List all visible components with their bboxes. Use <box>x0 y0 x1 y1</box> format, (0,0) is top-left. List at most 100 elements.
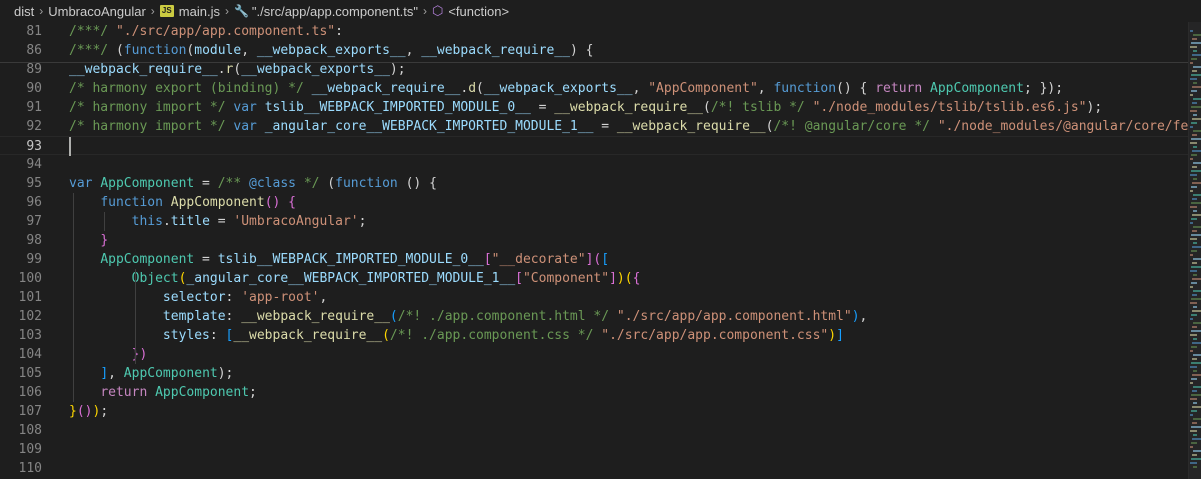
minimap-mark <box>1193 338 1197 340</box>
code-token: )( <box>616 271 633 286</box>
code-token: _angular_core__WEBPACK_IMPORTED_MODULE_1… <box>264 119 594 134</box>
code-line[interactable]: 101 selector: 'app-root', <box>0 288 1188 307</box>
minimap[interactable] <box>1188 22 1201 479</box>
code-token: /** <box>217 176 250 191</box>
minimap-mark <box>1192 102 1197 104</box>
minimap-mark <box>1190 430 1197 432</box>
code-line[interactable]: 106 return AppComponent; <box>0 383 1188 402</box>
code-text: /* harmony export (binding) */ __webpack… <box>69 79 1063 98</box>
minimap-mark <box>1191 186 1197 188</box>
minimap-mark <box>1193 82 1197 84</box>
code-token: function <box>123 43 187 58</box>
minimap-mark <box>1193 434 1197 436</box>
code-editor[interactable]: 81/***/ "./src/app/app.component.ts": 86/… <box>0 22 1188 479</box>
code-token: } <box>69 404 77 419</box>
code-token: : <box>209 328 226 343</box>
minimap-mark <box>1193 178 1197 180</box>
code-token: , <box>241 43 257 58</box>
line-number: 105 <box>18 366 42 381</box>
minimap-mark <box>1190 318 1193 320</box>
code-line[interactable]: 108 <box>0 421 1188 440</box>
breadcrumb-item-file[interactable]: JS main.js <box>159 3 220 19</box>
code-text: var AppComponent = /** @class */ (functi… <box>69 174 437 193</box>
code-line[interactable]: 107}()); <box>0 402 1188 421</box>
minimap-mark <box>1192 390 1197 392</box>
code-token: ) <box>828 328 837 343</box>
minimap-mark <box>1190 414 1193 416</box>
code-token: , <box>757 81 774 96</box>
code-token: } <box>100 233 109 248</box>
chevron-right-icon: › <box>150 4 155 18</box>
code-line[interactable]: 105 ], AppComponent); <box>0 364 1188 383</box>
code-line[interactable]: 89 __webpack_require__.r(__webpack_export… <box>0 60 1188 79</box>
code-line[interactable]: 96 function AppComponent() { <box>0 193 1188 212</box>
code-line[interactable]: 86/***/ (function(module, __webpack_expo… <box>0 41 1188 60</box>
code-line[interactable]: 81 /***/ "./src/app/app.component.ts": <box>0 22 1188 41</box>
minimap-mark <box>1193 386 1201 388</box>
code-line[interactable]: 100 Object(_angular_core__WEBPACK_IMPORT… <box>0 269 1188 288</box>
code-line[interactable]: 103 styles: [__webpack_require__(/*! ./a… <box>0 326 1188 345</box>
code-line[interactable]: 110 <box>0 459 1188 478</box>
code-token: "__decorate" <box>491 252 586 267</box>
code-token: { <box>288 195 296 210</box>
code-token: ); <box>217 366 234 381</box>
line-number: 89 <box>26 62 42 77</box>
line-number: 104 <box>18 347 42 362</box>
code-token: __webpack_exports__ <box>256 43 406 58</box>
line-number: 97 <box>26 214 42 229</box>
code-token: ; }); <box>1023 81 1064 96</box>
line-number: 107 <box>18 404 42 419</box>
code-token: this <box>131 214 163 229</box>
line-number: 110 <box>18 461 42 476</box>
code-line[interactable]: 104 }) <box>0 345 1188 364</box>
code-token: __webpack_require__ <box>554 100 703 115</box>
minimap-mark <box>1193 66 1201 68</box>
minimap-mark <box>1193 50 1197 52</box>
breadcrumb-item-module[interactable]: 🔧 "./src/app/app.component.ts" <box>234 4 418 19</box>
code-line[interactable]: 94 <box>0 155 1188 174</box>
code-line[interactable]: 91 /* harmony import */ var tslib__WEBPAC… <box>0 98 1188 117</box>
minimap-mark <box>1190 238 1197 240</box>
code-token: /***/ <box>69 43 116 58</box>
minimap-mark <box>1190 462 1197 464</box>
code-text: ], AppComponent); <box>69 364 233 383</box>
minimap-mark <box>1193 114 1197 116</box>
line-number: 90 <box>26 81 42 96</box>
breadcrumb-label: main.js <box>178 3 220 19</box>
breadcrumb-item-project[interactable]: UmbracoAngular <box>48 4 146 19</box>
code-line[interactable]: 102 template: __webpack_require__(/*! ./… <box>0 307 1188 326</box>
code-token: = <box>194 252 218 267</box>
code-text: template: __webpack_require__(/*! ./app.… <box>69 307 867 326</box>
code-line[interactable]: 90 /* harmony export (binding) */ __webpa… <box>0 79 1188 98</box>
code-token: module <box>194 43 242 58</box>
line-number: 94 <box>26 157 42 172</box>
breadcrumb-item-function[interactable]: ⬡ <function> <box>432 3 509 19</box>
code-line[interactable]: 98 } <box>0 231 1188 250</box>
breadcrumb-item-dist[interactable]: dist <box>14 4 34 19</box>
minimap-mark <box>1192 326 1197 328</box>
indent-guide <box>104 212 105 231</box>
minimap-mark <box>1192 454 1197 456</box>
minimap-mark <box>1192 214 1201 216</box>
code-line[interactable]: 109 <box>0 440 1188 459</box>
code-line[interactable]: 97 this.title = 'UmbracoAngular'; <box>0 212 1188 231</box>
code-line[interactable]: 93 <box>0 136 1188 156</box>
code-line[interactable]: 92 /* harmony import */ var _angular_core… <box>0 117 1188 136</box>
code-text: styles: [__webpack_require__(/*! ./app.c… <box>69 326 844 345</box>
code-token: function <box>335 176 398 191</box>
code-token: return <box>875 81 923 96</box>
breadcrumb-label: <function> <box>448 3 510 19</box>
minimap-mark <box>1193 418 1201 420</box>
code-token: AppComponent <box>155 385 250 400</box>
code-text: selector: 'app-root', <box>69 288 327 307</box>
code-token: ) <box>851 309 860 324</box>
minimap-mark <box>1192 198 1197 200</box>
code-line[interactable]: 99 AppComponent = tslib__WEBPACK_IMPORTE… <box>0 250 1188 269</box>
minimap-mark <box>1193 466 1197 468</box>
code-line[interactable]: 95 var AppComponent = /** @class */ (func… <box>0 174 1188 193</box>
minimap-mark <box>1192 166 1197 168</box>
